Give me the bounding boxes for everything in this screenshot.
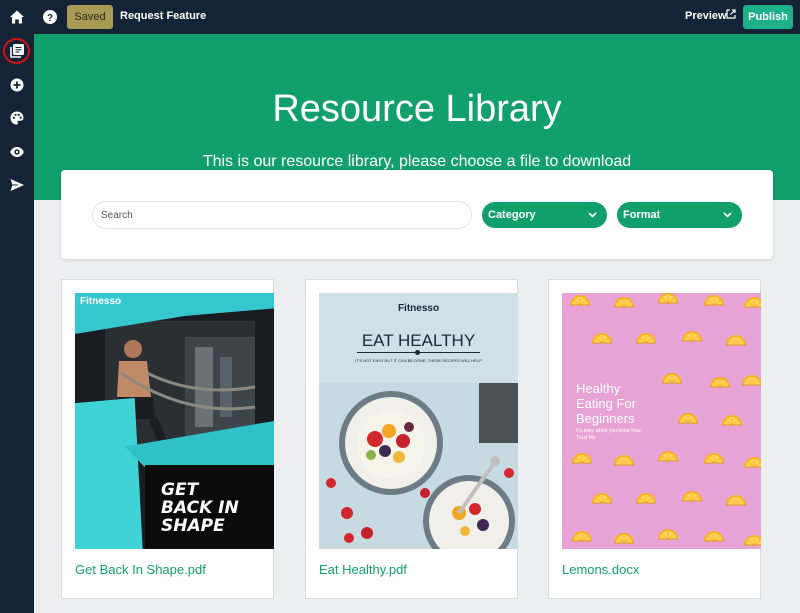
cover-slogan: GET BACK IN SHAPE bbox=[161, 480, 239, 536]
resource-card[interactable]: Fitnesso GET BACK IN SHAPE Get Back In S… bbox=[61, 279, 274, 599]
help-icon[interactable]: ? bbox=[42, 9, 58, 25]
svg-text:?: ? bbox=[47, 13, 53, 24]
highlight-circle bbox=[3, 38, 30, 64]
chevron-down-icon bbox=[723, 212, 732, 218]
resource-card[interactable]: Healthy Eating For Beginners It's easy w… bbox=[548, 279, 761, 599]
format-dropdown-label: Format bbox=[623, 209, 661, 221]
sidebar bbox=[0, 34, 34, 613]
saved-button[interactable]: Saved bbox=[67, 5, 113, 29]
palette-icon[interactable] bbox=[9, 110, 25, 126]
cover-headline: EAT HEALTHY bbox=[361, 331, 476, 350]
top-bar: ? Saved Request Feature Preview Publish bbox=[0, 0, 800, 34]
cover-tagline: IT'S NOT EASY BUT IT CAN BE DONE. THESE … bbox=[355, 358, 482, 363]
resource-title[interactable]: Eat Healthy.pdf bbox=[319, 562, 407, 577]
resource-title[interactable]: Lemons.docx bbox=[562, 562, 639, 577]
cover-divider-dot bbox=[415, 350, 420, 355]
cover-brand: Fitnesso bbox=[80, 296, 122, 307]
send-icon[interactable] bbox=[9, 177, 25, 193]
cover-headline: Healthy Eating For Beginners bbox=[576, 381, 636, 426]
publish-button[interactable]: Publish bbox=[743, 5, 793, 29]
eye-icon[interactable] bbox=[9, 144, 25, 160]
page-title: Resource Library bbox=[272, 88, 562, 130]
category-dropdown[interactable]: Category bbox=[482, 202, 607, 228]
food-photo bbox=[319, 383, 518, 549]
resource-cover-image[interactable]: Fitnesso EAT HEALTHY IT'S NOT EASY BUT I… bbox=[319, 293, 518, 549]
page-subtitle: This is our resource library, please cho… bbox=[202, 153, 632, 170]
search-input[interactable] bbox=[92, 201, 472, 229]
home-icon[interactable] bbox=[9, 9, 25, 25]
resource-card[interactable]: Fitnesso EAT HEALTHY IT'S NOT EASY BUT I… bbox=[305, 279, 518, 599]
request-feature-link[interactable]: Request Feature bbox=[120, 10, 206, 22]
chevron-down-icon bbox=[588, 212, 597, 218]
category-dropdown-label: Category bbox=[488, 209, 536, 221]
format-dropdown[interactable]: Format bbox=[617, 202, 742, 228]
preview-link[interactable]: Preview bbox=[685, 10, 727, 22]
add-icon[interactable] bbox=[9, 77, 25, 93]
cover-subtitle: It's easy when you know how. Trust Me. bbox=[576, 428, 642, 441]
filter-panel: Category Format bbox=[61, 170, 773, 259]
resource-title[interactable]: Get Back In Shape.pdf bbox=[75, 562, 206, 577]
cover-brand: Fitnesso bbox=[397, 303, 440, 314]
resource-cover-image[interactable]: Healthy Eating For Beginners It's easy w… bbox=[562, 293, 761, 549]
external-link-icon[interactable] bbox=[726, 9, 736, 19]
resource-cover-image[interactable]: Fitnesso GET BACK IN SHAPE bbox=[75, 293, 274, 549]
